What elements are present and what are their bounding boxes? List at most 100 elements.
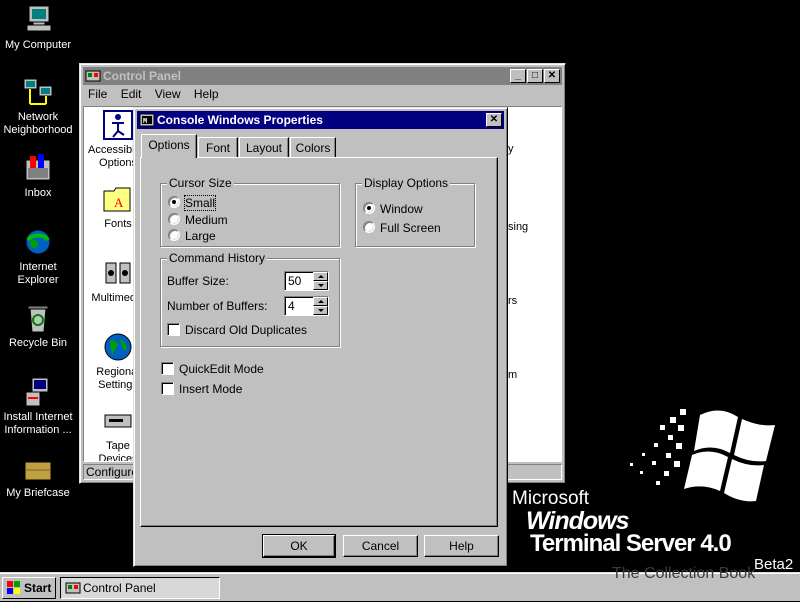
cp-item-fragment: m [508, 369, 518, 381]
num-buffers-spinner[interactable]: 4 [284, 296, 329, 316]
group-legend: Command History [167, 251, 268, 265]
terminal-server-brand: Terminal Server 4.0 [530, 530, 732, 557]
menu-view[interactable]: View [155, 87, 181, 101]
cp-item-fragment: rs [508, 295, 518, 307]
tab-label: Layout [245, 141, 283, 155]
spin-down-button[interactable] [313, 281, 328, 290]
globe-icon [102, 331, 134, 363]
checkbox-box [167, 323, 180, 336]
start-label: Start [24, 581, 52, 595]
maximize-button[interactable]: □ [527, 69, 543, 83]
cursor-size-group: Cursor Size Small Medium Large [160, 176, 340, 247]
dialog-titlebar[interactable]: M Console Windows Properties ✕ [137, 111, 504, 129]
help-button[interactable]: Help [424, 535, 499, 557]
desktop-icon-network-neighborhood[interactable]: Network Neighborhood [0, 76, 76, 137]
desktop-icon-inbox[interactable]: Inbox [0, 152, 76, 200]
radio-label: Small [183, 195, 217, 211]
button-label: OK [290, 539, 308, 553]
multimedia-icon [102, 257, 134, 289]
button-label: Cancel [361, 539, 400, 553]
desktop-icon-label: Install Internet Information ... [3, 411, 73, 436]
minimize-button[interactable]: _ [510, 69, 526, 83]
briefcase-icon [22, 452, 54, 484]
tab-colors[interactable]: Colors [290, 137, 336, 157]
windows-logo-icon [7, 581, 21, 595]
checkbox-label: Discard Old Duplicates [185, 323, 308, 337]
radio-indicator [168, 213, 180, 225]
control-panel-menubar: File Edit View Help [84, 87, 229, 105]
dialog-title: Console Windows Properties [157, 113, 323, 127]
button-label: Help [449, 539, 474, 553]
spin-up-button[interactable] [313, 297, 328, 306]
radio-label: Medium [185, 213, 228, 227]
tab-label: Colors [295, 141, 331, 155]
desktop-icon-label: My Briefcase [6, 487, 70, 499]
menu-edit[interactable]: Edit [121, 87, 142, 101]
inbox-icon [22, 152, 54, 184]
tab-font[interactable]: Font [198, 137, 238, 157]
tab-label: Options [148, 138, 190, 152]
desktop-icon-install-iis[interactable]: Install Internet Information ... [0, 376, 76, 437]
display-options-group: Display Options Window Full Screen [355, 176, 475, 247]
internet-explorer-icon [22, 226, 54, 258]
control-panel-icon [65, 580, 81, 596]
group-legend: Cursor Size [167, 176, 234, 190]
control-panel-icon [85, 68, 101, 84]
task-label: Control Panel [83, 581, 156, 595]
svg-text:A: A [114, 195, 124, 210]
accessibility-icon [102, 109, 134, 141]
windows-flag-logo [620, 395, 780, 515]
checkbox-box [161, 362, 174, 375]
cancel-button[interactable]: Cancel [343, 535, 418, 557]
task-control-panel[interactable]: Control Panel [60, 577, 220, 599]
tab-label: Font [205, 141, 230, 155]
tab-options[interactable]: Options [141, 134, 197, 158]
buffer-size-label: Buffer Size: [167, 274, 229, 288]
tape-device-icon [102, 405, 134, 437]
desktop-icon-my-briefcase[interactable]: My Briefcase [0, 452, 76, 500]
cp-item-label: Fonts [104, 218, 132, 230]
control-panel-titlebar[interactable]: Control Panel _ □ ✕ [83, 67, 562, 85]
desktop-icon-label: Inbox [24, 187, 52, 199]
radio-label: Large [185, 229, 216, 243]
ok-button[interactable]: OK [262, 534, 336, 558]
svg-text:M: M [143, 118, 147, 126]
close-button[interactable]: ✕ [544, 69, 560, 83]
desktop-icon-label: Internet Explorer [17, 261, 59, 286]
control-panel-title: Control Panel [103, 69, 182, 83]
cp-item-label: Tape Devices [98, 440, 138, 462]
radio-label: Window [380, 202, 423, 216]
checkbox-label: Insert Mode [179, 382, 243, 396]
radio-indicator [363, 202, 375, 214]
checkbox-label: QuickEdit Mode [179, 362, 264, 376]
start-button[interactable]: Start [2, 577, 56, 599]
watermark-text: The Collection Book [612, 565, 756, 582]
spin-up-button[interactable] [313, 272, 328, 281]
recycle-bin-icon [22, 302, 54, 334]
console-icon: M [139, 112, 155, 128]
cp-item-fragment: y [508, 143, 514, 155]
command-history-group: Command History Buffer Size: 50 Number o… [160, 251, 340, 347]
fonts-folder-icon: A [102, 183, 134, 215]
edition-brand: Beta2 [754, 556, 794, 573]
num-buffers-value: 4 [288, 299, 295, 313]
menu-file[interactable]: File [88, 87, 107, 101]
desktop-icon-recycle-bin[interactable]: Recycle Bin [0, 302, 76, 350]
group-legend: Display Options [362, 176, 451, 190]
cp-item-fragment: sing [508, 221, 529, 233]
desktop-icon-label: Network Neighborhood [3, 111, 73, 136]
dialog-close-button[interactable]: ✕ [486, 113, 502, 127]
desktop-icon-label: Recycle Bin [8, 337, 68, 349]
menu-help[interactable]: Help [194, 87, 219, 101]
num-buffers-label: Number of Buffers: [167, 299, 268, 313]
tab-layout[interactable]: Layout [239, 137, 289, 157]
checkbox-box [161, 382, 174, 395]
radio-indicator [363, 221, 375, 233]
spin-down-button[interactable] [313, 306, 328, 315]
radio-label: Full Screen [380, 221, 441, 235]
buffer-size-value: 50 [288, 274, 302, 288]
desktop-icon-internet-explorer[interactable]: Internet Explorer [0, 226, 76, 287]
desktop-icon-my-computer[interactable]: My Computer [0, 4, 76, 52]
buffer-size-spinner[interactable]: 50 [284, 271, 329, 291]
my-computer-icon [22, 4, 54, 36]
